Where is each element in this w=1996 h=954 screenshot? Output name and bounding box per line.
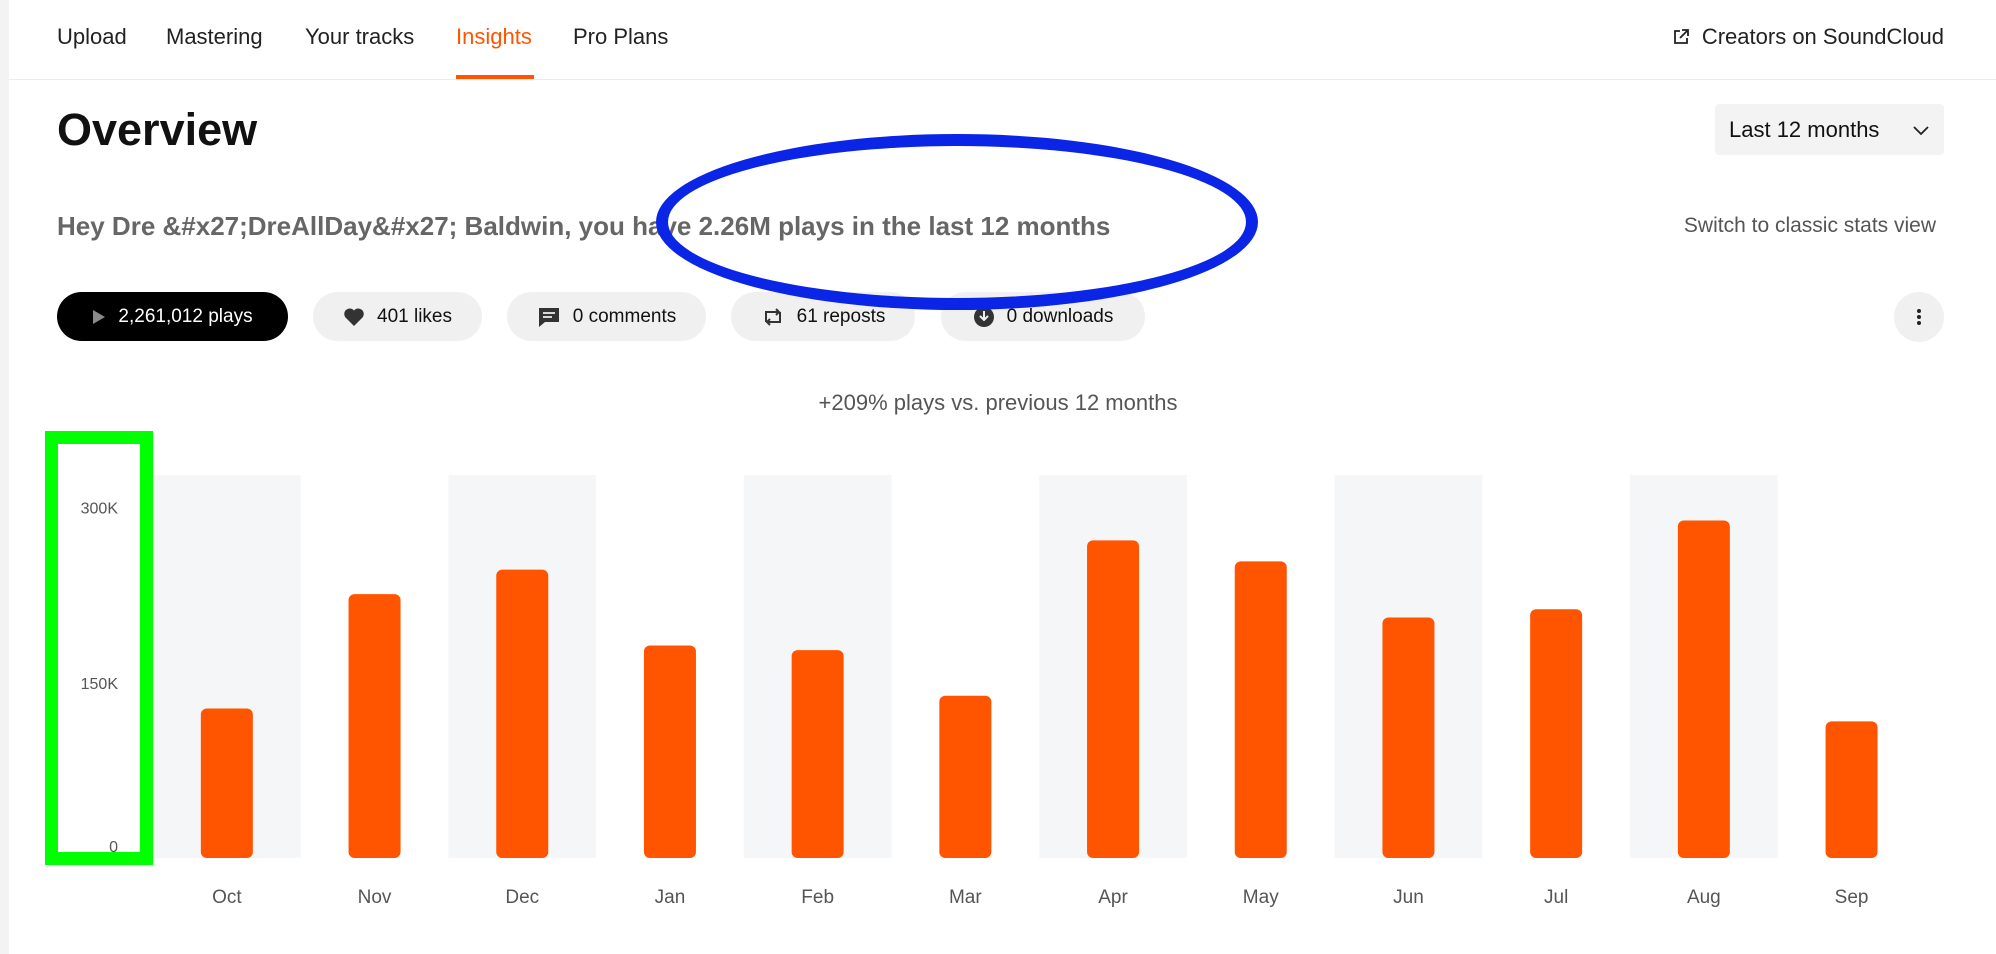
nav-item-upload[interactable]: Upload [57,24,127,50]
more-options-button[interactable] [1894,292,1944,342]
chart-bar-apr[interactable] [1087,540,1140,858]
top-nav: Upload Mastering Your tracks Insights Pr… [9,0,1996,80]
nav-item-mastering[interactable]: Mastering [166,24,263,50]
more-vertical-icon [1917,309,1921,325]
plays-stat-button[interactable]: 2,261,012 plays [57,292,288,341]
plays-comparison: +209% plays vs. previous 12 months [818,390,1178,415]
nav-item-insights[interactable]: Insights [456,24,532,50]
x-axis-label-feb: Feb [801,887,834,908]
play-icon [93,309,106,324]
nav-item-pro-plans[interactable]: Pro Plans [573,24,668,50]
likes-stat-button[interactable]: 401 likes [313,292,482,341]
chart-bar-jun[interactable] [1382,617,1435,858]
y-axis-tick-300k: 300K [81,501,119,518]
reposts-stat-button[interactable]: 61 reposts [731,292,915,341]
y-axis-tick-0: 0 [109,839,118,856]
chart-bar-oct[interactable] [200,708,253,858]
x-axis-label-apr: Apr [1098,887,1128,908]
time-range-value: Last 12 months [1729,116,1880,142]
download-icon [973,306,994,327]
comment-icon [538,307,559,327]
y-axis-tick-150k: 150K [81,676,119,693]
time-range-dropdown[interactable]: Last 12 months [1715,104,1944,155]
page-title: Overview [57,104,258,155]
x-axis-label-nov: Nov [358,887,392,908]
plays-summary: Hey Dre &#x27;DreAllDay&#x27; Baldwin, y… [57,211,1111,241]
x-axis-label-sep: Sep [1835,887,1869,908]
x-axis-label-jul: Jul [1544,887,1568,908]
chart-bar-jan[interactable] [643,645,696,858]
likes-stat-label: 401 likes [377,305,452,327]
chart-bar-sep[interactable] [1825,721,1878,858]
external-link-icon [1673,29,1689,44]
nav-item-your-tracks[interactable]: Your tracks [305,24,414,50]
comments-stat-button[interactable]: 0 comments [507,292,706,341]
x-axis-label-dec: Dec [505,887,539,908]
x-axis-label-jun: Jun [1393,887,1424,908]
creators-link[interactable]: Creators on SoundCloud [1672,24,1944,50]
downloads-stat-label: 0 downloads [1006,305,1114,327]
x-axis-label-may: May [1243,887,1279,908]
chevron-down-icon [1913,125,1929,135]
creators-link-label: Creators on SoundCloud [1701,24,1944,49]
active-tab-indicator [456,75,534,79]
reposts-stat-label: 61 reposts [796,305,886,327]
chart-bar-may[interactable] [1234,561,1287,858]
chart-bar-feb[interactable] [791,650,844,858]
heart-icon [344,307,364,326]
plays-bar-chart: 0 150K 300K Oct Nov Dec Jan Feb Mar Apr May Jun Jul… [81,475,1878,908]
x-axis-label-aug: Aug [1687,887,1721,908]
downloads-stat-button[interactable]: 0 downloads [941,292,1145,341]
x-axis-label-mar: Mar [949,887,982,908]
plays-stat-label: 2,261,012 plays [118,305,253,327]
chart-bar-mar[interactable] [939,695,992,858]
switch-classic-stats-link[interactable]: Switch to classic stats view [1684,214,1936,238]
chart-bar-nov[interactable] [348,594,401,858]
x-axis-label-jan: Jan [655,887,686,908]
chart-bar-aug[interactable] [1677,520,1730,858]
repost-icon [764,307,781,326]
x-axis-label-oct: Oct [212,887,242,908]
chart-bar-dec[interactable] [496,569,549,858]
chart-bar-jul[interactable] [1530,609,1583,858]
comments-stat-label: 0 comments [572,305,677,327]
